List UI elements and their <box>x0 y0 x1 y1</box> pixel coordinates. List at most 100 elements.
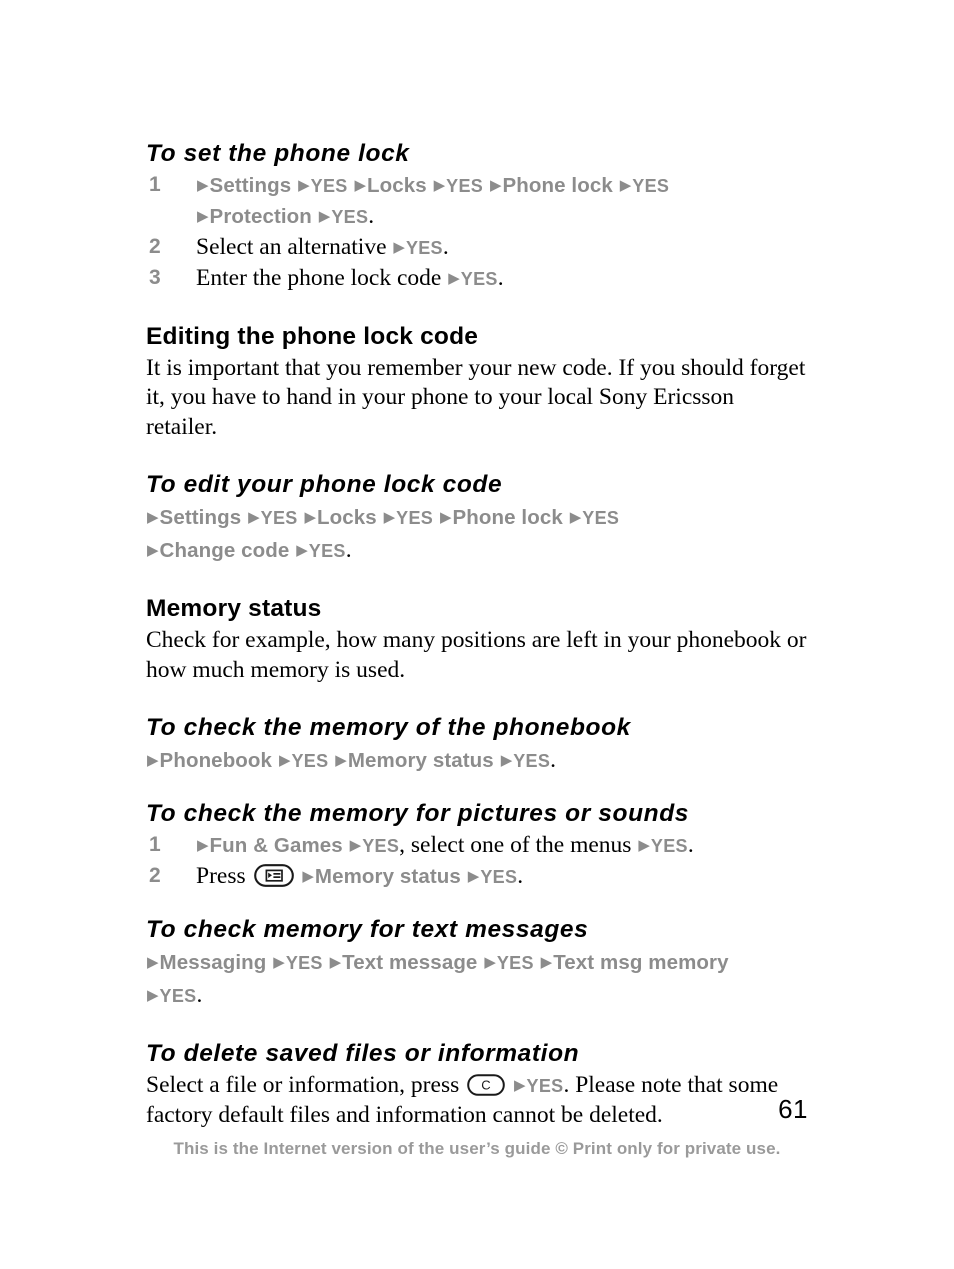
menu-item-yes: YES <box>331 206 369 227</box>
menu-item-locks: Locks <box>316 506 377 530</box>
arrow-icon: ▶ <box>489 175 502 194</box>
footer-note: This is the Internet version of the user… <box>173 1139 781 1158</box>
step-text: Select an alternative <box>196 233 387 260</box>
arrow-icon: ▶ <box>197 835 209 854</box>
svg-text:C: C <box>481 1077 490 1092</box>
step-text: , select one of the menus <box>399 831 638 858</box>
arrow-icon: ▶ <box>197 206 209 225</box>
step-content: Select an alternative ▶YES. <box>196 232 808 263</box>
arrow-icon: ▶ <box>484 952 496 971</box>
section-editing-phone-lock-code: Editing the phone lock code It is import… <box>146 323 808 442</box>
menu-item-yes: YES <box>159 985 197 1006</box>
step-number: 3 <box>149 265 161 289</box>
arrow-icon: ▶ <box>393 237 405 256</box>
arrow-icon: ▶ <box>433 175 446 194</box>
section-heading: To check the memory of the phonebook <box>146 714 631 742</box>
step-list: 1 ▶Fun & Games ▶YES, select one of the m… <box>146 830 808 892</box>
arrow-icon: ▶ <box>147 952 159 971</box>
section-heading: To check the memory for pictures or soun… <box>146 800 689 828</box>
menu-item-yes: YES <box>582 508 620 529</box>
menu-path-line: ▶Settings ▶YES ▶Locks ▶YES ▶Phone lock ▶… <box>146 502 808 533</box>
menu-item-yes: YES <box>291 751 329 772</box>
menu-item-locks: Locks <box>366 173 427 197</box>
step-number: 1 <box>149 172 161 196</box>
menu-item-yes: YES <box>260 508 298 529</box>
section-edit-your-phone-lock-code: To edit your phone lock code ▶Settings ▶… <box>146 471 808 566</box>
step-number: 2 <box>149 234 161 258</box>
arrow-icon: ▶ <box>147 751 159 770</box>
period: . <box>345 537 352 564</box>
menu-path-line: ▶Change code ▶YES. <box>146 535 808 566</box>
step-item: 1 ▶Fun & Games ▶YES, select one of the m… <box>146 830 808 861</box>
step-content: ▶Settings ▶YES ▶Locks ▶YES ▶Phone lock ▶… <box>196 170 808 201</box>
step-text: Enter the phone lock code <box>196 264 442 291</box>
menu-item-protection: Protection <box>209 204 312 228</box>
menu-item-yes: YES <box>285 952 323 973</box>
step-item: 1 ▶Settings ▶YES ▶Locks ▶YES ▶Phone lock… <box>146 170 808 232</box>
menu-item-text-msg-memory: Text msg memory <box>553 950 729 974</box>
menu-item-change-code: Change code <box>159 539 290 563</box>
arrow-icon: ▶ <box>329 952 342 971</box>
menu-item-messaging: Messaging <box>159 950 267 974</box>
menu-item-yes: YES <box>650 835 688 856</box>
menu-path-line: ▶YES. <box>146 980 808 1011</box>
arrow-icon: ▶ <box>619 175 632 194</box>
section-heading: Editing the phone lock code <box>146 322 479 350</box>
arrow-icon: ▶ <box>335 751 347 770</box>
step-content: Enter the phone lock code ▶YES. <box>196 263 808 294</box>
menu-path-line: ▶Phonebook ▶YES ▶Memory status ▶YES. <box>146 745 808 776</box>
arrow-icon: ▶ <box>147 985 159 1004</box>
menu-item-yes: YES <box>496 952 534 973</box>
arrow-icon: ▶ <box>296 541 308 560</box>
section-memory-status: Memory status Check for example, how man… <box>146 595 808 685</box>
arrow-icon: ▶ <box>273 952 285 971</box>
step-number: 1 <box>149 832 161 856</box>
paragraph-text-before: Select a file or information, press <box>146 1071 466 1098</box>
arrow-icon: ▶ <box>569 508 582 527</box>
arrow-icon: ▶ <box>500 751 513 770</box>
menu-item-yes: YES <box>632 175 670 196</box>
menu-item-phone-lock: Phone lock <box>502 173 613 197</box>
section-check-memory-pictures-sounds: To check the memory for pictures or soun… <box>146 800 808 892</box>
arrow-icon: ▶ <box>349 835 362 854</box>
step-list: 1 ▶Settings ▶YES ▶Locks ▶YES ▶Phone lock… <box>146 170 808 294</box>
arrow-icon: ▶ <box>448 268 460 287</box>
menu-key-icon <box>253 864 294 887</box>
menu-item-phonebook: Phonebook <box>159 749 273 773</box>
menu-item-fun-and-games: Fun & Games <box>209 833 343 857</box>
arrow-icon: ▶ <box>439 508 452 527</box>
menu-item-settings: Settings <box>159 506 242 530</box>
arrow-icon: ▶ <box>147 508 159 527</box>
period: . <box>442 233 449 260</box>
section-heading: To edit your phone lock code <box>146 471 503 499</box>
menu-item-memory-status: Memory status <box>314 864 461 888</box>
menu-item-text-message: Text message <box>342 950 478 974</box>
period: . <box>368 202 375 229</box>
arrow-icon: ▶ <box>302 866 314 885</box>
menu-item-yes: YES <box>362 835 400 856</box>
arrow-icon: ▶ <box>147 541 159 560</box>
menu-item-settings: Settings <box>209 173 292 197</box>
arrow-icon: ▶ <box>540 952 553 971</box>
page-number: 61 <box>778 1094 808 1124</box>
period: . <box>497 264 504 291</box>
section-set-phone-lock: To set the phone lock 1 ▶Settings ▶YES ▶… <box>146 140 808 294</box>
arrow-icon: ▶ <box>638 835 650 854</box>
section-paragraph: Check for example, how many positions ar… <box>146 627 807 683</box>
document-page-content: To set the phone lock 1 ▶Settings ▶YES ▶… <box>146 140 808 1131</box>
section-check-memory-text-messages: To check memory for text messages ▶Messa… <box>146 916 808 1011</box>
menu-item-memory-status: Memory status <box>347 749 494 773</box>
arrow-icon: ▶ <box>383 508 396 527</box>
section-heading: To check memory for text messages <box>146 915 589 943</box>
step-number: 2 <box>149 863 161 887</box>
section-heading: To delete saved files or information <box>146 1039 580 1067</box>
step-item: 2 Select an alternative ▶YES. <box>146 232 808 263</box>
arrow-icon: ▶ <box>318 206 331 225</box>
section-check-memory-phonebook: To check the memory of the phonebook ▶Ph… <box>146 714 808 776</box>
step-item: 2 Press ▶Memory status ▶YES. <box>146 861 808 892</box>
